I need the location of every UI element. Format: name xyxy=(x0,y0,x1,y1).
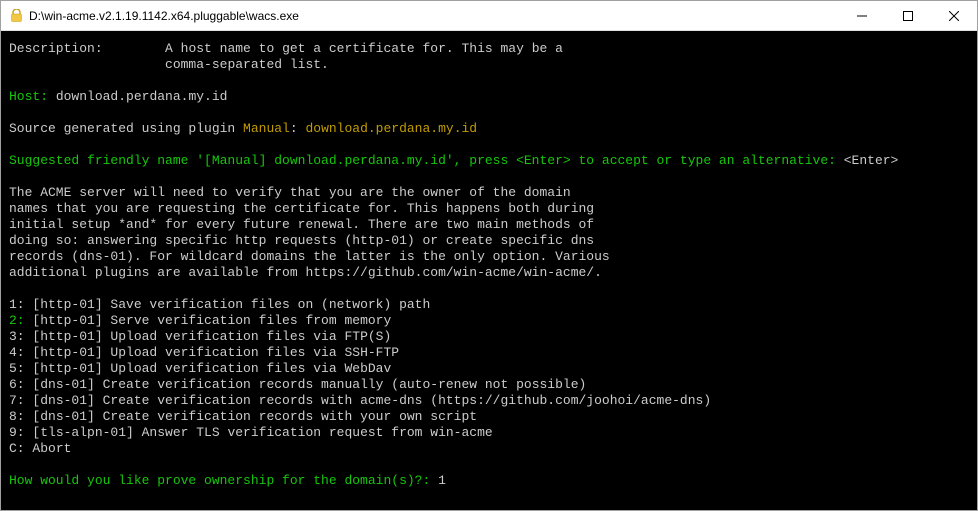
window-title: D:\win-acme.v2.1.19.1142.x64.pluggable\w… xyxy=(29,9,839,23)
menu-option-2: 2: [http-01] Serve verification files fr… xyxy=(9,313,969,329)
prompt-input: 1 xyxy=(438,473,446,488)
host-input: download.perdana.my.id xyxy=(56,89,228,104)
source-line: Source generated using plugin Manual: do… xyxy=(9,121,969,137)
description-line: Description: A host name to get a certif… xyxy=(9,41,969,57)
titlebar: D:\win-acme.v2.1.19.1142.x64.pluggable\w… xyxy=(1,1,977,31)
window-controls xyxy=(839,1,977,30)
minimize-button[interactable] xyxy=(839,1,885,30)
menu-option-5: 5: [http-01] Upload verification files v… xyxy=(9,361,969,377)
source-value: download.perdana.my.id xyxy=(305,121,477,136)
lock-icon xyxy=(9,9,23,23)
terminal[interactable]: Description: A host name to get a certif… xyxy=(1,31,977,510)
menu-option-c: C: Abort xyxy=(9,441,969,457)
menu-option-1: 1: [http-01] Save verification files on … xyxy=(9,297,969,313)
plugin-name: Manual xyxy=(243,121,290,136)
prompt-text: How would you like prove ownership for t… xyxy=(9,473,438,488)
prompt-line: How would you like prove ownership for t… xyxy=(9,473,969,489)
description-line2: comma-separated list. xyxy=(9,57,969,73)
friendly-name-line: Suggested friendly name '[Manual] downlo… xyxy=(9,153,969,169)
info-text: The ACME server will need to verify that… xyxy=(9,185,969,201)
host-line: Host: download.perdana.my.id xyxy=(9,89,969,105)
menu-option-3: 3: [http-01] Upload verification files v… xyxy=(9,329,969,345)
maximize-button[interactable] xyxy=(885,1,931,30)
menu-option-4: 4: [http-01] Upload verification files v… xyxy=(9,345,969,361)
description-label: Description: xyxy=(9,41,103,56)
host-label: Host: xyxy=(9,89,48,104)
menu-option-7: 7: [dns-01] Create verification records … xyxy=(9,393,969,409)
friendly-name-input: <Enter> xyxy=(844,153,899,168)
menu-option-9: 9: [tls-alpn-01] Answer TLS verification… xyxy=(9,425,969,441)
close-button[interactable] xyxy=(931,1,977,30)
menu-option-8: 8: [dns-01] Create verification records … xyxy=(9,409,969,425)
menu-option-6: 6: [dns-01] Create verification records … xyxy=(9,377,969,393)
